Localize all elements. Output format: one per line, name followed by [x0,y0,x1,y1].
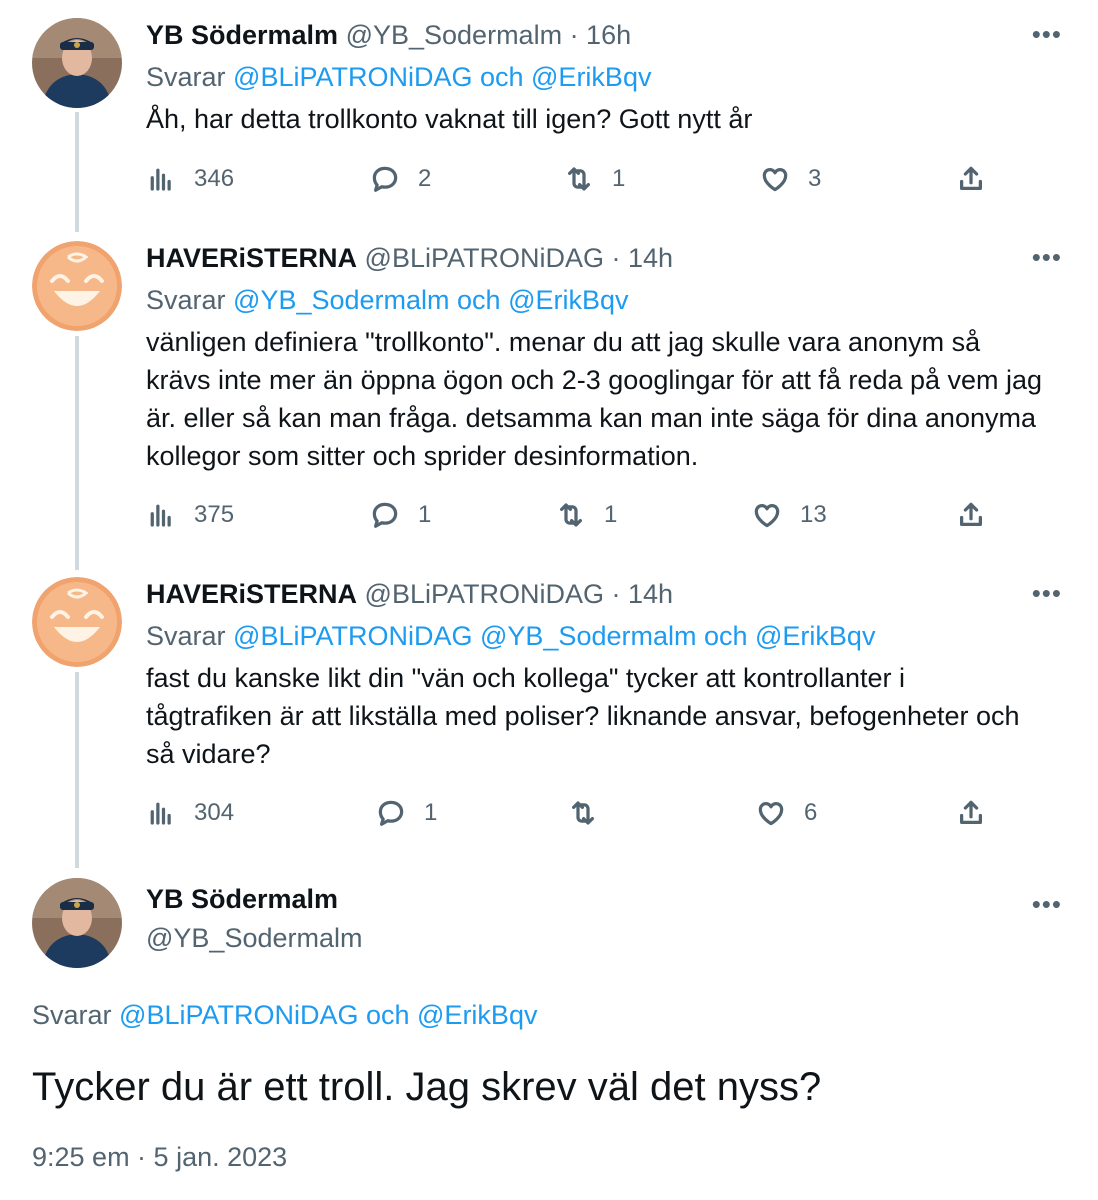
tweet-actions: 346 2 1 3 [146,164,998,200]
reply-count: 2 [418,165,432,192]
tweet[interactable]: HAVERiSTERNA @BLiPATRONiDAG · 14h Svarar… [0,241,1098,551]
more-horizontal-icon[interactable]: ••• [1032,21,1062,47]
reply-count: 1 [424,799,438,826]
views-button[interactable]: 304 [146,798,234,828]
reply-to-links[interactable]: @BLiPATRONiDAG @YB_Sodermalm och @ErikBq… [233,621,875,651]
reply-button[interactable]: 1 [376,798,437,828]
main-tweet: YB Södermalm @YB_Sodermalm ••• [0,878,1098,978]
reply-icon [376,798,406,828]
timestamp[interactable]: 9:25 em · 5 jan. 2023 [32,1142,287,1173]
like-count: 13 [800,501,827,528]
tweet-text: fast du kanske likt din "vän och kollega… [146,659,1068,773]
avatar[interactable] [32,241,122,331]
reply-icon [370,500,400,530]
retweet-button[interactable]: 1 [556,500,617,530]
reply-count: 1 [418,501,432,528]
retweet-button[interactable] [568,798,616,828]
analytics-icon [146,500,176,530]
tweet[interactable]: HAVERiSTERNA @BLiPATRONiDAG · 14h Svarar… [0,577,1098,847]
tweet-text-line: fast du kanske likt din "vän och kollega… [146,663,906,693]
tweet-header: HAVERiSTERNA @BLiPATRONiDAG · 14h [146,241,1068,275]
display-name[interactable]: YB Södermalm [146,884,1068,915]
tweet-text-line: är. eller så kan man fråga. detsamma kan… [146,403,1036,433]
heart-icon [756,798,786,828]
reply-button[interactable]: 2 [370,164,431,194]
tweet-actions: 304 1 6 [146,798,998,834]
laughing-face-icon [32,241,122,331]
heart-icon [752,500,782,530]
tweet-text-line: tågtrafiken är att likställa med poliser… [146,701,1020,731]
tweet-header: HAVERiSTERNA @BLiPATRONiDAG · 14h [146,577,1068,611]
replying-to: Svarar @BLiPATRONiDAG @YB_Sodermalm och … [146,619,1068,653]
share-icon [956,798,986,828]
avatar[interactable] [32,18,122,108]
handle-time[interactable]: @BLiPATRONiDAG · 14h [365,579,673,609]
tweet-text-line: vänligen definiera "trollkonto". menar d… [146,327,981,357]
like-button[interactable]: 6 [756,798,817,828]
analytics-icon [146,798,176,828]
more-horizontal-icon[interactable]: ••• [1032,580,1062,606]
reply-prefix: Svarar [146,62,226,92]
avatar-police-photo-icon [32,18,122,108]
retweet-button[interactable]: 1 [564,164,625,194]
reply-prefix: Svarar [146,621,226,651]
reply-button[interactable]: 1 [370,500,431,530]
tweet-actions: 375 1 1 13 [146,500,998,536]
heart-icon [760,164,790,194]
retweet-count: 1 [604,501,618,528]
share-button[interactable] [956,164,986,194]
retweet-icon [564,164,594,194]
handle-time[interactable]: @BLiPATRONiDAG · 14h [365,243,673,273]
avatar[interactable] [32,878,122,968]
tweet-text-line: så vidare? [146,739,271,769]
tweet-header: YB Södermalm @YB_Sodermalm · 16h [146,18,1068,52]
reply-prefix: Svarar [146,285,226,315]
tweet-text-line: kollegor som sitter och sprider desinfor… [146,441,699,471]
share-button[interactable] [956,798,986,828]
replying-to: Svarar @BLiPATRONiDAG och @ErikBqv [32,1000,537,1031]
retweet-icon [568,798,598,828]
reply-prefix: Svarar [32,1000,112,1030]
more-horizontal-icon[interactable]: ••• [1032,891,1062,917]
retweet-icon [556,500,586,530]
reply-to-links[interactable]: @YB_Sodermalm och @ErikBqv [233,285,628,315]
tweet-text: Åh, har detta trollkonto vaknat till ige… [146,104,753,134]
tweet-text-line: krävs inte mer än öppna ögon och 2-3 goo… [146,365,1043,395]
display-name[interactable]: HAVERiSTERNA [146,243,357,273]
retweet-count: 1 [612,165,626,192]
share-button[interactable] [956,500,986,530]
views-count: 304 [194,799,235,826]
reply-to-links[interactable]: @BLiPATRONiDAG och @ErikBqv [119,1000,537,1030]
avatar-police-photo-icon [32,878,122,968]
more-horizontal-icon[interactable]: ••• [1032,244,1062,270]
like-count: 3 [808,165,822,192]
views-count: 346 [194,165,235,192]
like-button[interactable]: 13 [752,500,827,530]
share-icon [956,164,986,194]
reply-to-links[interactable]: @BLiPATRONiDAG och @ErikBqv [233,62,651,92]
display-name[interactable]: HAVERiSTERNA [146,579,357,609]
replying-to: Svarar @BLiPATRONiDAG och @ErikBqv [146,60,1068,94]
replying-to: Svarar @YB_Sodermalm och @ErikBqv [146,283,1068,317]
handle[interactable]: @YB_Sodermalm [146,923,1068,954]
views-button[interactable]: 375 [146,500,234,530]
main-tweet-text: Tycker du är ett troll. Jag skrev väl de… [32,1065,822,1109]
like-button[interactable]: 3 [760,164,821,194]
analytics-icon [146,164,176,194]
tweet-text: vänligen definiera "trollkonto". menar d… [146,323,1068,475]
avatar[interactable] [32,577,122,667]
display-name[interactable]: YB Södermalm [146,20,338,50]
laughing-face-icon [32,577,122,667]
share-icon [956,500,986,530]
like-count: 6 [804,799,818,826]
views-button[interactable]: 346 [146,164,234,194]
tweet[interactable]: YB Södermalm @YB_Sodermalm · 16h Svarar … [0,18,1098,218]
reply-icon [370,164,400,194]
handle-time[interactable]: @YB_Sodermalm · 16h [346,20,632,50]
views-count: 375 [194,501,235,528]
